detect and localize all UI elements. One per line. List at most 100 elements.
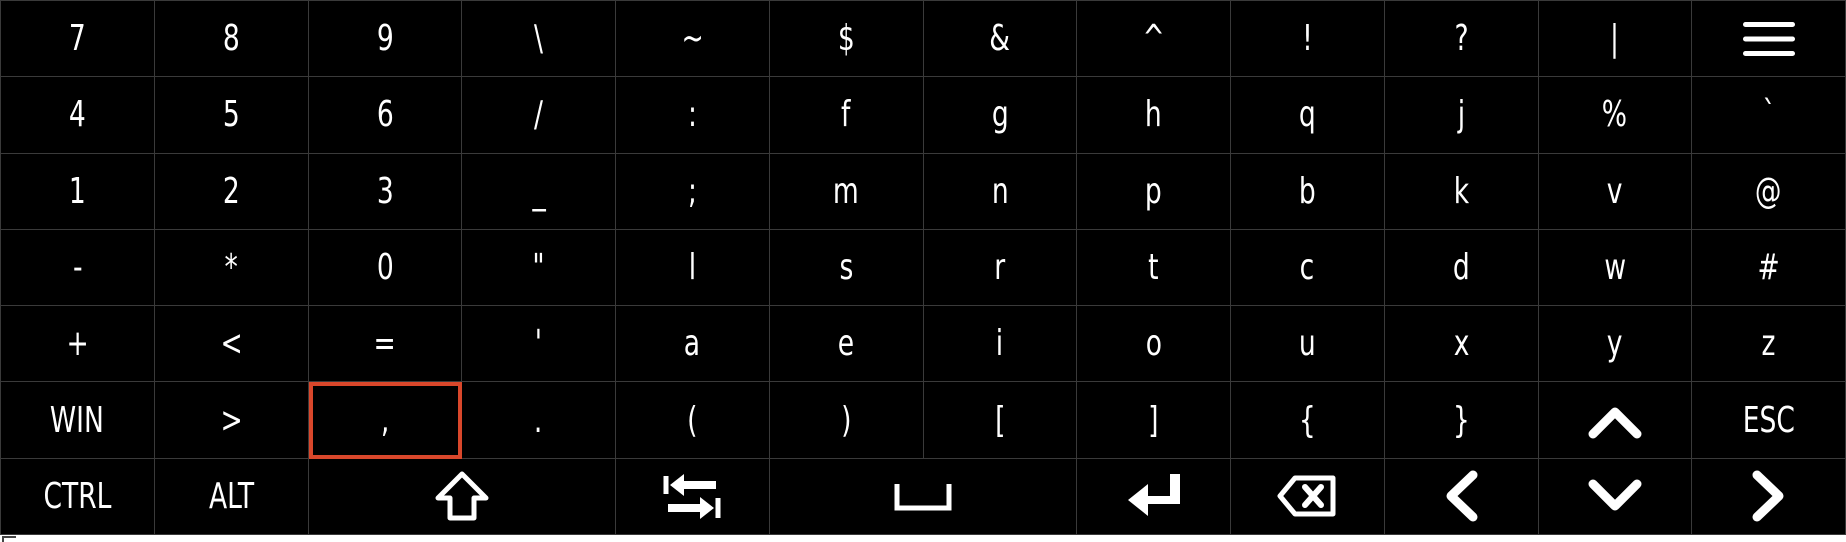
key-a[interactable]: a: [616, 306, 770, 383]
key-left[interactable]: [1384, 458, 1539, 535]
key-h[interactable]: h: [1077, 77, 1231, 154]
key-slash[interactable]: /: [462, 77, 616, 154]
key-6[interactable]: 6: [308, 77, 463, 154]
key-open-bracket[interactable]: [: [923, 382, 1078, 459]
key-d[interactable]: d: [1384, 229, 1539, 307]
key-up[interactable]: [1538, 382, 1693, 459]
key-label: _: [531, 170, 546, 212]
key-greater-than[interactable]: >: [154, 382, 309, 459]
key-label: =: [373, 323, 396, 365]
key-close-bracket[interactable]: ]: [1077, 382, 1231, 459]
key-e[interactable]: e: [769, 306, 924, 383]
key-close-paren[interactable]: ): [769, 382, 924, 459]
key-7[interactable]: 7: [1, 1, 155, 78]
key-exclamation[interactable]: !: [1231, 1, 1385, 78]
key-o[interactable]: o: [1077, 306, 1231, 383]
key-0[interactable]: 0: [308, 229, 463, 307]
key-shift[interactable]: [308, 458, 616, 535]
key-period[interactable]: .: [462, 382, 616, 459]
key-ctrl[interactable]: CTRL: [1, 458, 155, 535]
key-v[interactable]: v: [1538, 153, 1693, 230]
key-q[interactable]: q: [1231, 77, 1385, 154]
key-label: z: [1761, 323, 1776, 365]
key-9[interactable]: 9: [308, 1, 463, 78]
key-c[interactable]: c: [1231, 229, 1385, 307]
key-hash[interactable]: #: [1692, 229, 1846, 307]
key-s[interactable]: s: [769, 229, 924, 307]
key-esc[interactable]: ESC: [1692, 382, 1846, 459]
key-label: c: [1300, 246, 1315, 288]
key-space[interactable]: [769, 458, 1078, 535]
key-i[interactable]: i: [923, 306, 1078, 383]
key-minus[interactable]: -: [1, 229, 155, 307]
key-label: -: [72, 246, 83, 288]
key-f[interactable]: f: [769, 77, 924, 154]
key-g[interactable]: g: [923, 77, 1078, 154]
key-label: ESC: [1742, 399, 1795, 441]
key-n[interactable]: n: [923, 153, 1078, 230]
key-u[interactable]: u: [1231, 306, 1385, 383]
key-open-brace[interactable]: {: [1231, 382, 1385, 459]
key-x[interactable]: x: [1384, 306, 1539, 383]
key-backtick[interactable]: `: [1692, 77, 1846, 154]
key-plus[interactable]: +: [1, 306, 155, 383]
key-b[interactable]: b: [1231, 153, 1385, 230]
key-ampersand[interactable]: &: [923, 1, 1078, 78]
key-y[interactable]: y: [1538, 306, 1693, 383]
key-label: /: [534, 94, 544, 136]
key-tilde[interactable]: ~: [616, 1, 770, 78]
key-asterisk[interactable]: *: [154, 229, 309, 307]
key-right[interactable]: [1692, 458, 1846, 535]
key-dollar[interactable]: $: [769, 1, 924, 78]
key-2[interactable]: 2: [154, 153, 309, 230]
enter-arrow-icon: [1124, 470, 1184, 522]
key-p[interactable]: p: [1077, 153, 1231, 230]
key-single-quote[interactable]: ': [462, 306, 616, 383]
key-j[interactable]: j: [1384, 77, 1539, 154]
key-enter[interactable]: [1077, 458, 1231, 535]
key-label: g: [991, 94, 1009, 136]
key-down[interactable]: [1538, 458, 1693, 535]
key-tab[interactable]: [616, 458, 770, 535]
chevron-down-icon: [1587, 476, 1643, 516]
key-question[interactable]: ?: [1384, 1, 1539, 78]
key-semicolon[interactable]: ;: [616, 153, 770, 230]
key-3[interactable]: 3: [308, 153, 463, 230]
key-at[interactable]: @: [1692, 153, 1846, 230]
key-z[interactable]: z: [1692, 306, 1846, 383]
key-k[interactable]: k: [1384, 153, 1539, 230]
key-5[interactable]: 5: [154, 77, 309, 154]
key-caret[interactable]: ^: [1077, 1, 1231, 78]
key-label: @: [1755, 170, 1782, 212]
key-comma[interactable]: ,: [308, 382, 463, 459]
key-label: b: [1298, 170, 1316, 212]
key-label: ': [534, 323, 543, 365]
key-backspace[interactable]: [1231, 458, 1385, 535]
key-alt[interactable]: ALT: [154, 458, 309, 535]
corner-mark: [2, 536, 16, 542]
key-1[interactable]: 1: [1, 153, 155, 230]
key-less-than[interactable]: <: [154, 306, 309, 383]
key-colon[interactable]: :: [616, 77, 770, 154]
key-r[interactable]: r: [923, 229, 1078, 307]
key-equals[interactable]: =: [308, 306, 463, 383]
key-l[interactable]: l: [616, 229, 770, 307]
key-percent[interactable]: %: [1538, 77, 1693, 154]
key-pipe[interactable]: |: [1538, 1, 1693, 78]
key-t[interactable]: t: [1077, 229, 1231, 307]
key-4[interactable]: 4: [1, 77, 155, 154]
key-label: <: [219, 323, 243, 365]
key-open-paren[interactable]: (: [616, 382, 770, 459]
key-label: }: [1452, 399, 1470, 441]
key-double-quote[interactable]: ": [462, 229, 616, 307]
bottom-strip: [0, 535, 1846, 542]
key-win[interactable]: WIN: [1, 382, 155, 459]
menu-key[interactable]: [1692, 1, 1846, 78]
key-m[interactable]: m: [769, 153, 924, 230]
key-underscore[interactable]: _: [462, 153, 616, 230]
key-w[interactable]: w: [1538, 229, 1693, 307]
key-label: {: [1298, 399, 1316, 441]
key-close-brace[interactable]: }: [1384, 382, 1539, 459]
key-8[interactable]: 8: [154, 1, 309, 78]
key-backslash[interactable]: \: [462, 1, 616, 78]
